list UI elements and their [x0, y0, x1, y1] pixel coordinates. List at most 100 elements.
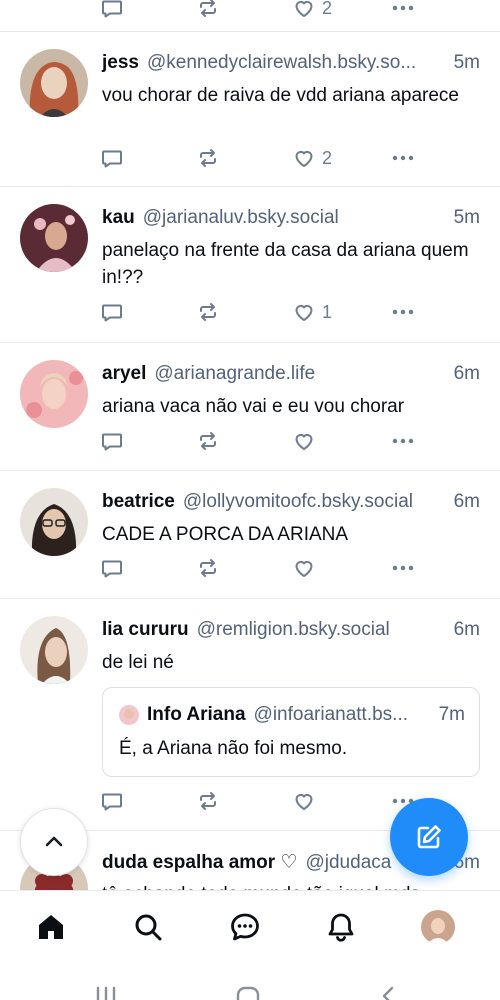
- like-count: 1: [322, 301, 333, 322]
- heart-icon: [295, 560, 313, 577]
- avatar[interactable]: [20, 49, 88, 117]
- bell-icon: [328, 913, 354, 942]
- repost-icon: [200, 792, 216, 810]
- tab-profile[interactable]: [420, 909, 456, 945]
- heart-icon: [295, 304, 313, 321]
- more-icon: [392, 5, 414, 11]
- post[interactable]: jess @kennedyclairewalsh.bsky.so... 5m v…: [0, 32, 500, 187]
- post-actions: 1: [100, 298, 420, 326]
- author-handle[interactable]: @lollyvomitoofc.bsky.social: [183, 491, 444, 513]
- post[interactable]: beatrice @lollyvomitoofc.bsky.social 6m …: [0, 471, 500, 599]
- author-handle[interactable]: @kennedyclairewalsh.bsky.so...: [147, 52, 444, 74]
- more-button[interactable]: [390, 427, 416, 455]
- author-name[interactable]: lia cururu: [102, 619, 189, 641]
- avatar[interactable]: [20, 616, 88, 684]
- more-button[interactable]: [390, 144, 416, 172]
- reply-button[interactable]: [100, 787, 124, 815]
- like-button[interactable]: [292, 787, 316, 815]
- reply-button[interactable]: [100, 427, 124, 455]
- like-count: 2: [322, 0, 333, 18]
- profile-avatar: [421, 910, 455, 944]
- post[interactable]: aryel @arianagrande.life 6m ariana vaca …: [0, 343, 500, 471]
- repost-icon: [200, 303, 216, 321]
- reply-icon: [102, 0, 122, 18]
- author-name[interactable]: duda espalha amor ♡: [102, 851, 297, 874]
- tab-home[interactable]: [33, 909, 69, 945]
- more-icon: [392, 155, 414, 161]
- recent-apps-icon[interactable]: [94, 986, 118, 1000]
- more-icon: [392, 309, 414, 315]
- reply-button[interactable]: [100, 144, 124, 172]
- repost-button[interactable]: [196, 144, 220, 172]
- post-header: beatrice @lollyvomitoofc.bsky.social 6m: [102, 491, 480, 517]
- like-button[interactable]: [292, 427, 316, 455]
- post-time: 5m: [453, 52, 480, 73]
- post-actions: [100, 787, 420, 815]
- repost-icon: [200, 0, 216, 17]
- post-time: 5m: [453, 207, 480, 228]
- repost-button[interactable]: [196, 554, 220, 582]
- avatar[interactable]: [20, 360, 88, 428]
- search-icon: [135, 914, 162, 941]
- like-button[interactable]: 1: [292, 298, 332, 326]
- avatar[interactable]: [20, 488, 88, 556]
- repost-button[interactable]: [196, 298, 220, 326]
- author-handle[interactable]: @arianagrande.life: [154, 363, 443, 385]
- heart-icon: [295, 150, 313, 167]
- repost-icon: [200, 432, 216, 450]
- back-icon[interactable]: [378, 986, 402, 1000]
- like-button[interactable]: 2: [292, 0, 332, 22]
- reply-icon: [102, 150, 122, 168]
- post-time: 6m: [453, 619, 480, 640]
- quoted-post-header: Info Ariana @infoarianatt.bs... 7m: [119, 704, 465, 726]
- compose-button[interactable]: [390, 798, 468, 876]
- post-text: ariana vaca não vai e eu vou chorar: [102, 396, 405, 417]
- home-nav-icon[interactable]: [236, 986, 260, 1000]
- bottom-tab-bar: [0, 890, 500, 966]
- quoted-post-time: 7m: [438, 704, 465, 725]
- home-icon: [39, 915, 63, 939]
- reply-button[interactable]: [100, 554, 124, 582]
- repost-button[interactable]: [196, 427, 220, 455]
- reply-button[interactable]: [100, 298, 124, 326]
- scroll-to-top-button[interactable]: [20, 808, 88, 876]
- like-count: 2: [322, 147, 333, 168]
- author-name[interactable]: kau: [102, 207, 135, 229]
- post-header: lia cururu @remligion.bsky.social 6m: [102, 619, 480, 645]
- more-button[interactable]: [390, 554, 416, 582]
- author-name[interactable]: jess: [102, 52, 139, 74]
- post-text: vou chorar de raiva de vdd ariana aparec…: [102, 85, 460, 106]
- repost-icon: [200, 559, 216, 577]
- chevron-up-icon: [45, 836, 63, 847]
- post-text: panelaço na frente da casa da ariana que…: [102, 240, 469, 288]
- post[interactable]: kau @jarianaluv.bsky.social 5m panelaço …: [0, 187, 500, 343]
- reply-button[interactable]: [100, 0, 124, 22]
- heart-icon: [295, 0, 313, 17]
- tab-notifications[interactable]: [323, 909, 359, 945]
- compose-icon: [417, 825, 441, 849]
- repost-button[interactable]: [196, 787, 220, 815]
- post[interactable]: lia cururu @remligion.bsky.social 6m de …: [0, 599, 500, 831]
- post-header: kau @jarianaluv.bsky.social 5m: [102, 207, 480, 233]
- repost-button[interactable]: [196, 0, 220, 22]
- author-handle[interactable]: @jarianaluv.bsky.social: [143, 207, 444, 229]
- quoted-author-name: Info Ariana: [147, 704, 246, 725]
- quoted-post[interactable]: Info Ariana @infoarianatt.bs... 7m É, a …: [102, 687, 480, 777]
- more-icon: [392, 438, 414, 444]
- author-name[interactable]: beatrice: [102, 491, 175, 513]
- avatar[interactable]: [20, 204, 88, 272]
- more-button[interactable]: [390, 0, 416, 22]
- like-button[interactable]: 2: [292, 144, 332, 172]
- author-handle[interactable]: @remligion.bsky.social: [197, 619, 444, 641]
- quoted-author-handle: @infoarianatt.bs...: [253, 704, 409, 725]
- more-button[interactable]: [390, 298, 416, 326]
- like-button[interactable]: [292, 554, 316, 582]
- tab-search[interactable]: [130, 909, 166, 945]
- post[interactable]: 2: [0, 0, 500, 32]
- more-icon: [392, 565, 414, 571]
- tab-chat[interactable]: [227, 909, 263, 945]
- feed: 2 jess @kennedyclairewalsh.bsky.so... 5m…: [0, 0, 500, 890]
- repost-icon: [200, 149, 216, 167]
- post-actions: [100, 554, 420, 582]
- author-name[interactable]: aryel: [102, 363, 146, 385]
